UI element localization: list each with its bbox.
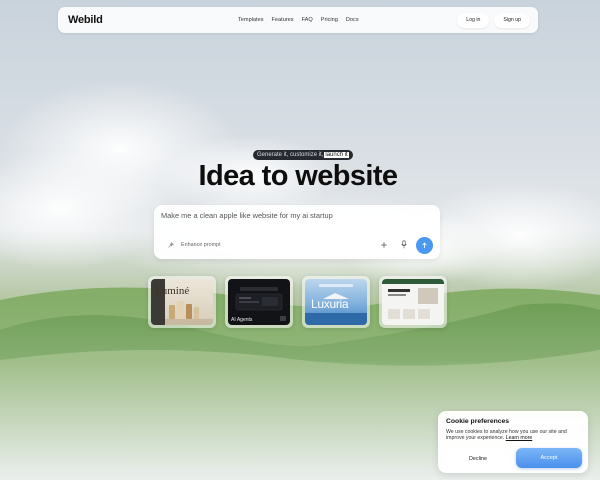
nav-link-features[interactable]: Features: [272, 17, 294, 23]
template-card-title: AI Agents: [231, 317, 253, 323]
prompt-input[interactable]: [161, 211, 431, 220]
template-card-4[interactable]: [379, 276, 447, 328]
nav-link-pricing[interactable]: Pricing: [321, 17, 338, 23]
logo[interactable]: Webild: [68, 14, 103, 26]
learn-more-link[interactable]: Learn more: [506, 435, 533, 441]
arrow-up-icon: [422, 242, 427, 248]
top-navbar: Webild Templates Features FAQ Pricing Do…: [58, 7, 538, 33]
light-layout-graphic: [382, 279, 444, 319]
template-card-ai-agents[interactable]: AI Agents: [225, 276, 293, 328]
accept-button[interactable]: Accept: [516, 448, 582, 468]
template-preview: Luxuria: [305, 279, 367, 325]
tagline-highlight: launch it: [324, 152, 349, 158]
template-card-lumine[interactable]: Luminé: [148, 276, 216, 328]
nav-link-templates[interactable]: Templates: [238, 17, 264, 23]
hero-title: Idea to website: [198, 160, 398, 192]
nav-link-docs[interactable]: Docs: [346, 17, 359, 23]
cookie-title: Cookie preferences: [446, 418, 510, 425]
prompt-box: Enhance prompt: [154, 205, 440, 259]
sparkle-icon: [168, 241, 175, 248]
send-button[interactable]: [416, 237, 433, 254]
template-card-luxuria[interactable]: Luxuria: [302, 276, 370, 328]
cookie-banner: Cookie preferences We use cookies to ana…: [438, 411, 588, 473]
microphone-icon[interactable]: [400, 240, 408, 249]
template-preview: Luminé: [151, 279, 213, 325]
nav-links: Templates Features FAQ Pricing Docs: [238, 7, 367, 33]
tagline-badge: Generate it, customize it, launch it: [253, 150, 353, 160]
signup-button[interactable]: Sign up: [494, 12, 530, 28]
cookie-text: We use cookies to analyze how you use ou…: [446, 429, 584, 442]
template-preview: [382, 279, 444, 325]
template-preview: AI Agents: [228, 279, 290, 325]
nav-actions: Log in Sign up: [457, 12, 530, 28]
tagline-text: Generate it, customize it,: [257, 152, 324, 158]
enhance-prompt-label: Enhance prompt: [181, 242, 221, 248]
template-card-title: Luminé: [155, 285, 190, 297]
decline-button[interactable]: Decline: [446, 450, 510, 467]
nav-link-faq[interactable]: FAQ: [302, 17, 313, 23]
login-button[interactable]: Log in: [457, 12, 490, 28]
plus-icon[interactable]: [380, 241, 388, 249]
template-card-title: Luxuria: [311, 297, 349, 311]
enhance-prompt-button[interactable]: Enhance prompt: [167, 241, 221, 249]
